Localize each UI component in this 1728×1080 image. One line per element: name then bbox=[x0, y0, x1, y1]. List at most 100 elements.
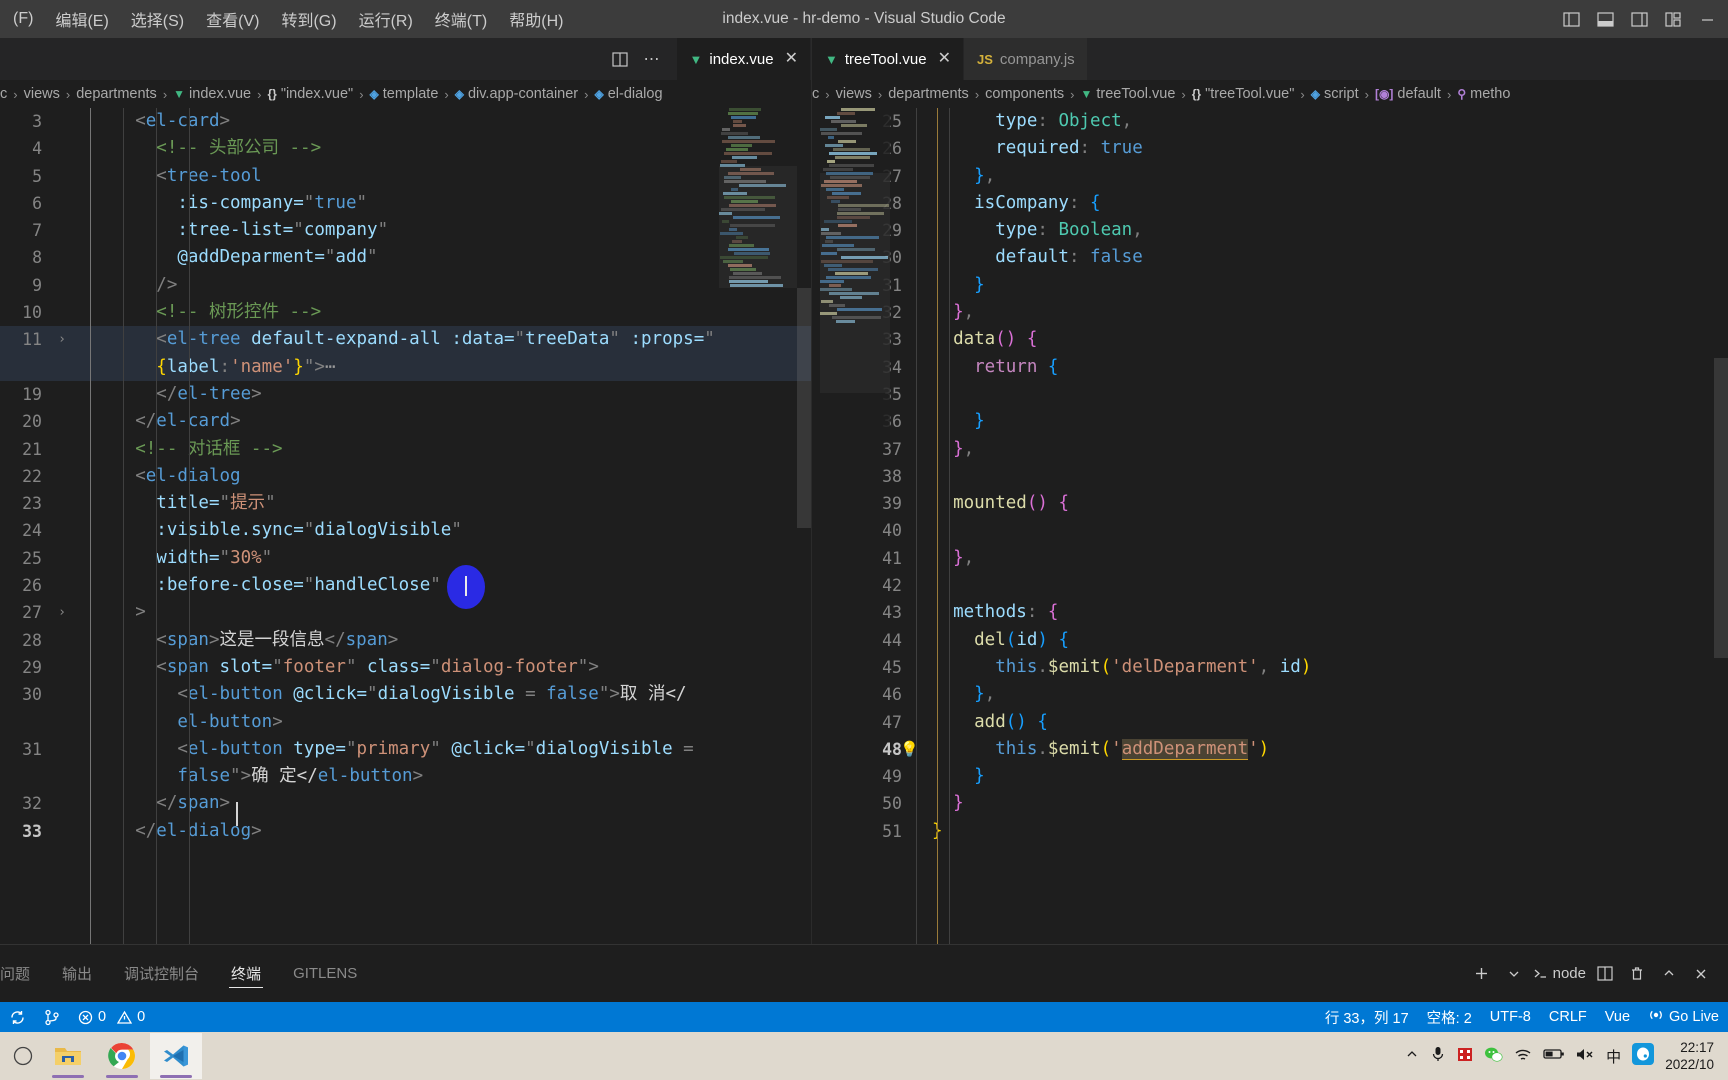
code-line[interactable]: 32 </span> bbox=[0, 790, 811, 817]
wifi-icon[interactable] bbox=[1514, 1047, 1532, 1066]
breadcrumb-item-el-dialog[interactable]: ◈ el-dialog bbox=[594, 86, 662, 102]
breadcrumb-item-c[interactable]: c bbox=[812, 86, 819, 102]
breadcrumb-item--index-vue-[interactable]: {} "index.vue" bbox=[267, 86, 353, 102]
code-line[interactable]: 4 <!-- 头部公司 --> bbox=[0, 135, 811, 162]
microphone-icon[interactable] bbox=[1430, 1045, 1446, 1067]
start-button[interactable] bbox=[6, 1033, 40, 1079]
code-line[interactable]: 10 <!-- 树形控件 --> bbox=[0, 299, 811, 326]
menu-item-0[interactable]: (F) bbox=[2, 6, 44, 32]
minimap-right[interactable] bbox=[820, 108, 890, 438]
fold-indicator[interactable]: › bbox=[52, 599, 72, 626]
close-panel-icon[interactable] bbox=[1688, 961, 1714, 987]
customize-layout-icon[interactable] bbox=[1656, 4, 1690, 34]
chevron-up-icon[interactable] bbox=[1405, 1047, 1419, 1065]
battery-icon[interactable] bbox=[1543, 1047, 1565, 1065]
close-tab-icon[interactable]: ✕ bbox=[938, 51, 951, 67]
code-line[interactable]: {label:'name'}">⋯ bbox=[0, 353, 811, 381]
code-editor-left[interactable]: 3 <el-card> 4 <!-- 头部公司 --> 5 <tree-tool 6 … bbox=[0, 108, 811, 944]
menu-item-1[interactable]: 编辑(E) bbox=[44, 3, 119, 35]
split-editor-icon[interactable] bbox=[605, 44, 635, 74]
status-cursor-position[interactable]: 行 33，列 17 bbox=[1316, 1007, 1418, 1028]
code-line[interactable]: false">确 定</el-button> bbox=[0, 763, 811, 790]
breadcrumb-item-metho[interactable]: ⚲ metho bbox=[1457, 86, 1510, 102]
menu-item-7[interactable]: 帮助(H) bbox=[498, 3, 574, 35]
code-line[interactable]: 26 :before-close="handleClose" bbox=[0, 572, 811, 599]
maximize-panel-icon[interactable] bbox=[1656, 961, 1682, 987]
code-line[interactable]: 19 </el-tree> bbox=[0, 381, 811, 408]
vertical-scrollbar-right[interactable] bbox=[1714, 358, 1728, 658]
code-line[interactable]: 5 <tree-tool bbox=[0, 163, 811, 190]
code-line[interactable]: 30 <el-button @click="dialogVisible = fa… bbox=[0, 681, 811, 708]
breadcrumb-item-script[interactable]: ◈ script bbox=[1311, 86, 1359, 102]
vertical-scrollbar-left[interactable] bbox=[797, 288, 811, 528]
code-line[interactable]: 23 title="提示" bbox=[0, 490, 811, 517]
vscode-icon[interactable] bbox=[150, 1033, 202, 1079]
breadcrumb-right[interactable]: c › views › departments › components › ▼ treeTool… bbox=[812, 80, 1728, 108]
code-line[interactable]: 3 <el-card> bbox=[0, 108, 811, 135]
close-tab-icon[interactable]: ✕ bbox=[785, 51, 798, 67]
code-editor-right[interactable]: 25 type: Object, 26 required: true 27 }, 28… bbox=[812, 108, 1728, 944]
status-encoding[interactable]: UTF-8 bbox=[1481, 1009, 1540, 1025]
breadcrumb-item-c[interactable]: c bbox=[0, 86, 7, 102]
taskbar-clock[interactable]: 22:17 2022/10 bbox=[1665, 1039, 1720, 1073]
breadcrumb-item-views[interactable]: views bbox=[836, 86, 872, 102]
minimap-left[interactable] bbox=[719, 108, 797, 288]
toggle-panel-icon[interactable] bbox=[1588, 4, 1622, 34]
minimize-window-icon[interactable] bbox=[1690, 4, 1724, 34]
problems-button[interactable]: 0 0 bbox=[69, 1002, 154, 1032]
more-actions-icon[interactable]: ⋯ bbox=[637, 44, 667, 74]
breadcrumb-item-template[interactable]: ◈ template bbox=[370, 86, 439, 102]
volume-muted-icon[interactable] bbox=[1576, 1047, 1595, 1066]
code-line[interactable]: 6 :is-company="true" bbox=[0, 190, 811, 217]
remote-sync-button[interactable] bbox=[0, 1002, 35, 1032]
toggle-primary-sidebar-icon[interactable] bbox=[1554, 4, 1588, 34]
editor-tab-treetool-vue[interactable]: ▼ treeTool.vue ✕ bbox=[812, 38, 964, 80]
panel-tab-问题[interactable]: 问题 bbox=[0, 945, 46, 1002]
code-line[interactable]: 7 :tree-list="company" bbox=[0, 217, 811, 244]
breadcrumb-item-treetool-vue[interactable]: ▼ treeTool.vue bbox=[1081, 86, 1176, 102]
panel-tab-GITLENS[interactable]: GITLENS bbox=[277, 945, 373, 1002]
code-line[interactable]: 28 <span>这是一段信息</span> bbox=[0, 627, 811, 654]
menu-item-2[interactable]: 选择(S) bbox=[120, 3, 195, 35]
menu-item-3[interactable]: 查看(V) bbox=[195, 3, 270, 35]
code-line[interactable]: el-button> bbox=[0, 709, 811, 736]
status-language-mode[interactable]: Vue bbox=[1596, 1009, 1639, 1025]
add-terminal-icon[interactable] bbox=[1469, 961, 1495, 987]
breadcrumb-item-departments[interactable]: departments bbox=[76, 86, 157, 102]
menu-item-6[interactable]: 终端(T) bbox=[424, 3, 498, 35]
split-terminal-icon[interactable] bbox=[1592, 961, 1618, 987]
code-line[interactable]: 8 @addDeparment="add" bbox=[0, 244, 811, 271]
chevron-down-icon[interactable] bbox=[1501, 961, 1527, 987]
breadcrumb-item-components[interactable]: components bbox=[985, 86, 1064, 102]
code-line[interactable]: 27 › > bbox=[0, 599, 811, 626]
code-line[interactable]: 31 <el-button type="primary" @click="dia… bbox=[0, 736, 811, 763]
status-go-live[interactable]: Go Live bbox=[1639, 1007, 1728, 1027]
editor-tab-index-vue[interactable]: ▼ index.vue ✕ bbox=[676, 38, 811, 80]
code-line[interactable]: 24 :visible.sync="dialogVisible" bbox=[0, 517, 811, 544]
code-line[interactable]: 33 </el-dialog> bbox=[0, 818, 811, 845]
breadcrumb-item-default[interactable]: [◉] default bbox=[1375, 86, 1441, 102]
code-line[interactable]: 20 </el-card> bbox=[0, 408, 811, 435]
status-eol[interactable]: CRLF bbox=[1540, 1009, 1596, 1025]
panel-tab-终端[interactable]: 终端 bbox=[215, 945, 277, 1002]
code-line[interactable]: 9 /> bbox=[0, 272, 811, 299]
chrome-icon[interactable] bbox=[96, 1033, 148, 1079]
code-line[interactable]: 22 <el-dialog bbox=[0, 463, 811, 490]
fold-indicator[interactable]: › bbox=[52, 326, 72, 353]
trash-icon[interactable] bbox=[1624, 961, 1650, 987]
qq-icon[interactable] bbox=[1632, 1043, 1655, 1069]
breadcrumb-item--treetool-vue-[interactable]: {} "treeTool.vue" bbox=[1192, 86, 1295, 102]
wechat-icon[interactable] bbox=[1484, 1046, 1503, 1067]
breadcrumb-item-index-vue[interactable]: ▼ index.vue bbox=[173, 86, 251, 102]
minimap-slider[interactable] bbox=[719, 165, 797, 288]
panel-tab-调试控制台[interactable]: 调试控制台 bbox=[108, 945, 215, 1002]
git-branch-button[interactable] bbox=[35, 1002, 69, 1032]
minimap-slider[interactable] bbox=[820, 172, 890, 393]
menu-item-5[interactable]: 运行(R) bbox=[348, 3, 424, 35]
code-line[interactable]: 21 <!-- 对话框 --> bbox=[0, 436, 811, 463]
breadcrumb-item-views[interactable]: views bbox=[24, 86, 60, 102]
ime-chinese-icon[interactable]: 中 bbox=[1606, 1046, 1621, 1067]
menu-item-4[interactable]: 转到(G) bbox=[270, 3, 347, 35]
editor-tab-company-js[interactable]: JS company.js bbox=[964, 38, 1088, 80]
breadcrumb-left[interactable]: c › views › departments › ▼ index.vue › {} "index.… bbox=[0, 80, 811, 108]
